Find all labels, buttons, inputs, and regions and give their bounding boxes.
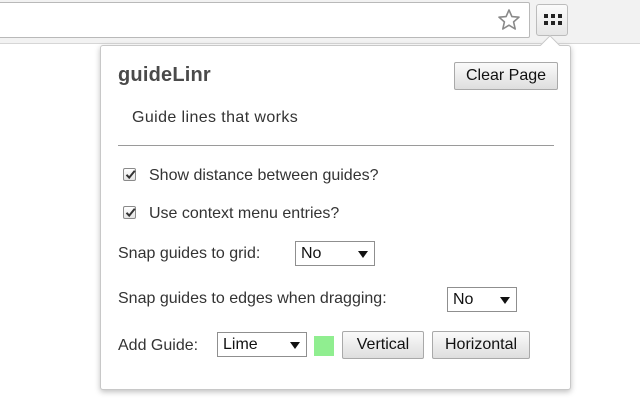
add-vertical-guide-button[interactable]: Vertical: [342, 331, 424, 359]
guide-color-swatch: [314, 336, 334, 356]
snap-grid-select[interactable]: No: [295, 241, 375, 266]
show-distance-checkbox[interactable]: [123, 168, 136, 181]
context-menu-label: Use context menu entries?: [149, 205, 340, 222]
grid-dots-icon: [544, 14, 562, 25]
chevron-down-icon: [358, 251, 368, 258]
guide-color-value: Lime: [223, 336, 258, 353]
divider: [118, 145, 554, 146]
extension-popup: guideLinr Clear Page Guide lines that wo…: [100, 45, 571, 390]
show-distance-label: Show distance between guides?: [149, 167, 379, 184]
popup-subtitle: Guide lines that works: [132, 109, 299, 126]
snap-edges-value: No: [453, 291, 474, 308]
snap-grid-value: No: [301, 245, 322, 262]
checkmark-icon: [125, 170, 136, 180]
add-horizontal-guide-button[interactable]: Horizontal: [432, 331, 530, 359]
browser-toolbar: [0, 0, 640, 44]
add-guide-label: Add Guide:: [118, 337, 199, 354]
chevron-down-icon: [290, 342, 300, 349]
clear-page-button[interactable]: Clear Page: [454, 62, 558, 90]
snap-edges-label: Snap guides to edges when dragging:: [118, 290, 387, 307]
guide-color-select[interactable]: Lime: [217, 332, 307, 357]
popup-title: guideLinr: [118, 64, 211, 86]
snap-grid-label: Snap guides to grid:: [118, 245, 261, 262]
guidelinr-extension-button[interactable]: [536, 4, 568, 36]
checkmark-icon: [125, 208, 136, 218]
context-menu-checkbox[interactable]: [123, 206, 136, 219]
address-bar[interactable]: [0, 2, 530, 38]
snap-edges-select[interactable]: No: [447, 287, 517, 312]
chevron-down-icon: [500, 297, 510, 304]
star-icon[interactable]: [497, 8, 521, 32]
